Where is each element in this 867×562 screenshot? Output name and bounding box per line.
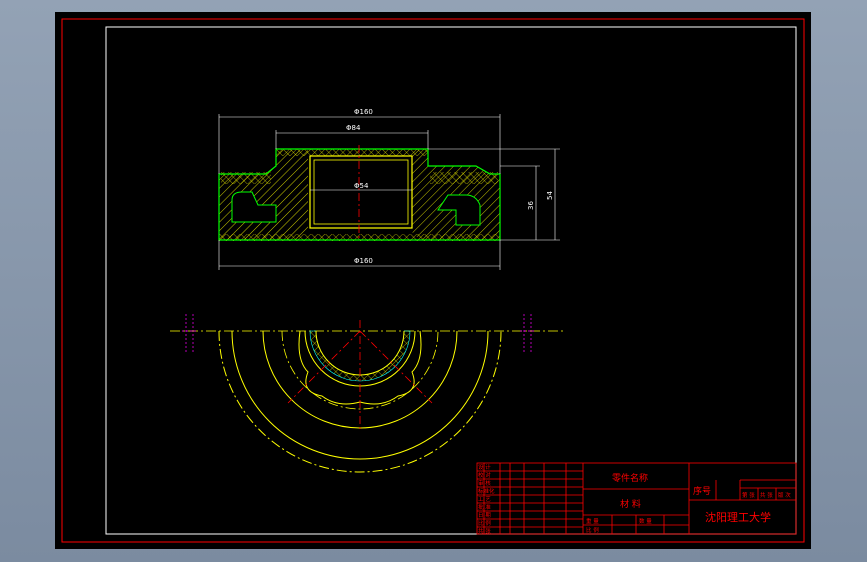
dim-bottom-overall: Φ160 bbox=[354, 257, 373, 265]
row-label-4: 标准化 bbox=[478, 487, 495, 495]
sheet-cell-1: 第 张 bbox=[742, 491, 755, 499]
university-name: 沈阳理工大学 bbox=[705, 510, 771, 524]
sheet-cell-3: 版 次 bbox=[778, 491, 791, 499]
serial-label: 序号 bbox=[693, 485, 711, 497]
top-liner bbox=[276, 149, 428, 156]
bottom-cell-2: 数 量 bbox=[639, 517, 652, 525]
row-label-8: 比 例 bbox=[478, 519, 491, 527]
dim-right-overall: 54 bbox=[546, 191, 554, 200]
row-label-6: 批 准 bbox=[478, 503, 491, 511]
dim-top-inner: Φ84 bbox=[346, 124, 361, 132]
row-label-9: 共 张 bbox=[478, 527, 491, 535]
row-label-3: 审 核 bbox=[478, 479, 491, 487]
bottom-cell-1: 重 量 bbox=[586, 517, 599, 525]
bore bbox=[309, 155, 413, 229]
cad-viewport[interactable]: Φ160 Φ84 Φ54 Φ160 36 54 设 计 校 对 审 核 标准化 … bbox=[0, 0, 867, 562]
dim-bore: Φ54 bbox=[354, 182, 369, 190]
right-pocket bbox=[430, 172, 498, 184]
bottom-cell-3: 比 例 bbox=[586, 526, 599, 534]
part-name-label: 零件名称 bbox=[612, 472, 648, 484]
row-label-2: 校 对 bbox=[478, 471, 491, 479]
row-label-5: 工 艺 bbox=[478, 496, 491, 503]
row-label-1: 设 计 bbox=[478, 463, 491, 471]
dim-top-overall: Φ160 bbox=[354, 108, 373, 116]
material-label: 材 料 bbox=[620, 498, 641, 510]
sheet-cell-2: 共 张 bbox=[760, 491, 773, 499]
row-label-7: 日 期 bbox=[478, 512, 491, 519]
dim-right-inner: 36 bbox=[527, 201, 535, 210]
drawing-sheet bbox=[55, 12, 811, 549]
